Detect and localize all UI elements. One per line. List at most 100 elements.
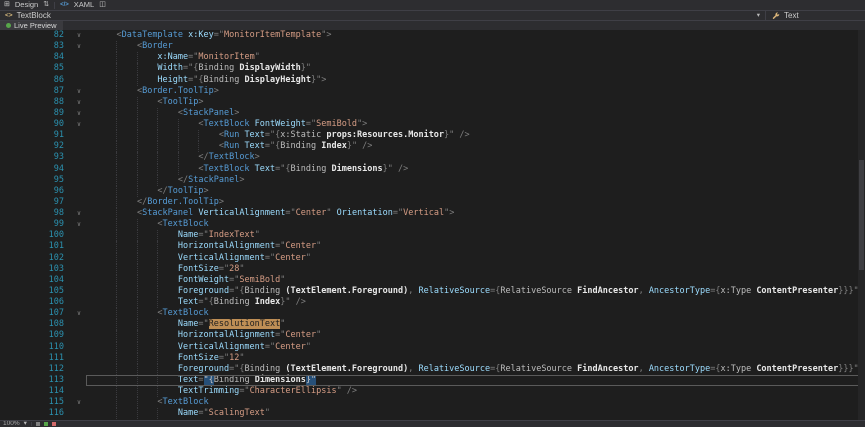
code-line[interactable]: 95 </StackPanel> [0,175,865,186]
code-line[interactable]: 102 VerticalAlignment="Center" [0,253,865,264]
fold-chevron-icon[interactable]: ∨ [72,208,86,219]
indent-guide [137,275,138,286]
indent-guide [157,342,158,353]
code-line[interactable]: 110 VerticalAlignment="Center" [0,342,865,353]
status-green-icon[interactable] [44,422,48,426]
code-line[interactable]: 114 TextTrimming="CharacterEllipsis" /> [0,386,865,397]
code-token: ContentPresenter [756,364,838,374]
code-line[interactable]: 99∨ <TextBlock [0,219,865,230]
code-line[interactable]: 115∨ <TextBlock [0,397,865,408]
indent-guide [116,386,117,397]
fold-spacer [72,186,86,197]
code-token: =" [239,386,249,396]
indent-guide [178,141,179,152]
code-line[interactable]: 84 x:Name="MonitorItem" [0,52,865,63]
code-token: Name [178,319,198,329]
code-line[interactable]: 82∨ <DataTemplate x:Key="MonitorItemTemp… [0,30,865,41]
fold-chevron-icon[interactable]: ∨ [72,97,86,108]
code-token: FindAncestor [577,286,638,296]
element-dropdown[interactable]: <> TextBlock ▾ [0,11,765,20]
code-line[interactable]: 107∨ <TextBlock [0,308,865,319]
fold-spacer [72,386,86,397]
indent-guide [116,286,117,297]
code-line[interactable]: 104 FontWeight="SemiBold" [0,275,865,286]
code-line[interactable]: 85 Width="{Binding DisplayWidth}" [0,63,865,74]
code-token: DisplayHeight [244,75,311,85]
fold-chevron-icon[interactable]: ∨ [72,219,86,230]
fold-chevron-icon[interactable]: ∨ [72,119,86,130]
code-line[interactable]: 111 FontSize="12" [0,353,865,364]
code-line[interactable]: 98∨ <StackPanel VerticalAlignment="Cente… [0,208,865,219]
code-line[interactable]: 101 HorizontalAlignment="Center" [0,241,865,252]
code-token: > [204,186,209,196]
fold-chevron-icon[interactable]: ∨ [72,30,86,41]
code-line[interactable]: 106 Text="{Binding Index}" /> [0,297,865,308]
code-line[interactable]: 116 Name="ScalingText" [0,408,865,419]
code-token: Run [224,130,244,140]
code-text: TextTrimming="CharacterEllipsis" /> [86,386,865,397]
indent-guide [137,164,138,175]
status-red-icon[interactable] [52,422,56,426]
code-line[interactable]: 93 </TextBlock> [0,152,865,163]
code-token: =" [275,330,285,340]
code-editor: 82∨ <DataTemplate x:Key="MonitorItemTemp… [0,30,865,420]
code-line[interactable]: 100 Name="IndexText" [0,230,865,241]
scrollbar-thumb[interactable] [859,160,864,270]
code-token: Text [255,164,275,174]
zoom-dropdown-icon[interactable]: ▾ [24,421,27,427]
fold-chevron-icon[interactable]: ∨ [72,397,86,408]
design-tab-label[interactable]: Design [15,0,38,10]
xaml-tab-label[interactable]: XAML [74,0,94,10]
code-token: , [639,286,649,296]
indent-guide [116,375,117,386]
zoom-level[interactable]: 100% [3,421,20,427]
code-line[interactable]: 88∨ <ToolTip> [0,97,865,108]
code-line[interactable]: 109 HorizontalAlignment="Center" [0,330,865,341]
code-line[interactable]: 86 Height="{Binding DisplayHeight}"> [0,75,865,86]
code-line[interactable]: 83∨ <Border [0,41,865,52]
fold-chevron-icon[interactable]: ∨ [72,108,86,119]
code-token: Binding [291,164,332,174]
code-token: ToolTip [168,186,204,196]
code-line[interactable]: 96 </ToolTip> [0,186,865,197]
code-token: Dimensions [255,375,306,385]
line-number: 112 [0,364,72,375]
code-line[interactable]: 103 FontSize="28" [0,264,865,275]
code-token: </ [157,186,167,196]
code-line[interactable]: 113 Text="{Binding Dimensions}" [0,375,865,386]
code-line[interactable]: 92 <Run Text="{Binding Index}" /> [0,141,865,152]
code-token: TextBlock [163,397,209,407]
wrench-icon [772,12,780,20]
swap-panes-icon[interactable]: ⇅ [43,0,49,10]
split-view-icon[interactable]: ◫ [99,0,106,10]
line-number: 92 [0,141,72,152]
code-line[interactable]: 89∨ <StackPanel> [0,108,865,119]
designer-grid-icon[interactable]: ⊞ [4,0,10,10]
chevron-down-icon: ▾ [757,11,760,20]
code-text: VerticalAlignment="Center" [86,342,865,353]
fold-chevron-icon[interactable]: ∨ [72,308,86,319]
indent-guide [116,108,117,119]
code-line[interactable]: 90∨ <TextBlock FontWeight="SemiBold"> [0,119,865,130]
line-number: 99 [0,219,72,230]
property-dropdown[interactable]: Text [765,11,865,20]
code-token: =" [275,241,285,251]
code-line[interactable]: 108 Name="ResolutionText" [0,319,865,330]
indent-guide [137,75,138,86]
line-number: 104 [0,275,72,286]
code-line[interactable]: 112 Foreground="{Binding (TextElement.Fo… [0,364,865,375]
code-line[interactable]: 97 </Border.ToolTip> [0,197,865,208]
fold-chevron-icon[interactable]: ∨ [72,41,86,52]
scrollbar[interactable] [858,30,865,420]
code-token: =" [285,208,295,218]
code-token: =" [265,253,275,263]
code-token: Center [296,208,327,218]
live-preview-tab[interactable]: Live Preview [0,21,63,30]
code-line[interactable]: 87∨ <Border.ToolTip> [0,86,865,97]
fold-chevron-icon[interactable]: ∨ [72,86,86,97]
code-line[interactable]: 94 <TextBlock Text="{Binding Dimensions}… [0,164,865,175]
code-line[interactable]: 105 Foreground="{Binding (TextElement.Fo… [0,286,865,297]
code-token: " /> [337,386,357,396]
code-line[interactable]: 91 <Run Text="{x:Static props:Resources.… [0,130,865,141]
status-gray-icon[interactable] [36,422,40,426]
